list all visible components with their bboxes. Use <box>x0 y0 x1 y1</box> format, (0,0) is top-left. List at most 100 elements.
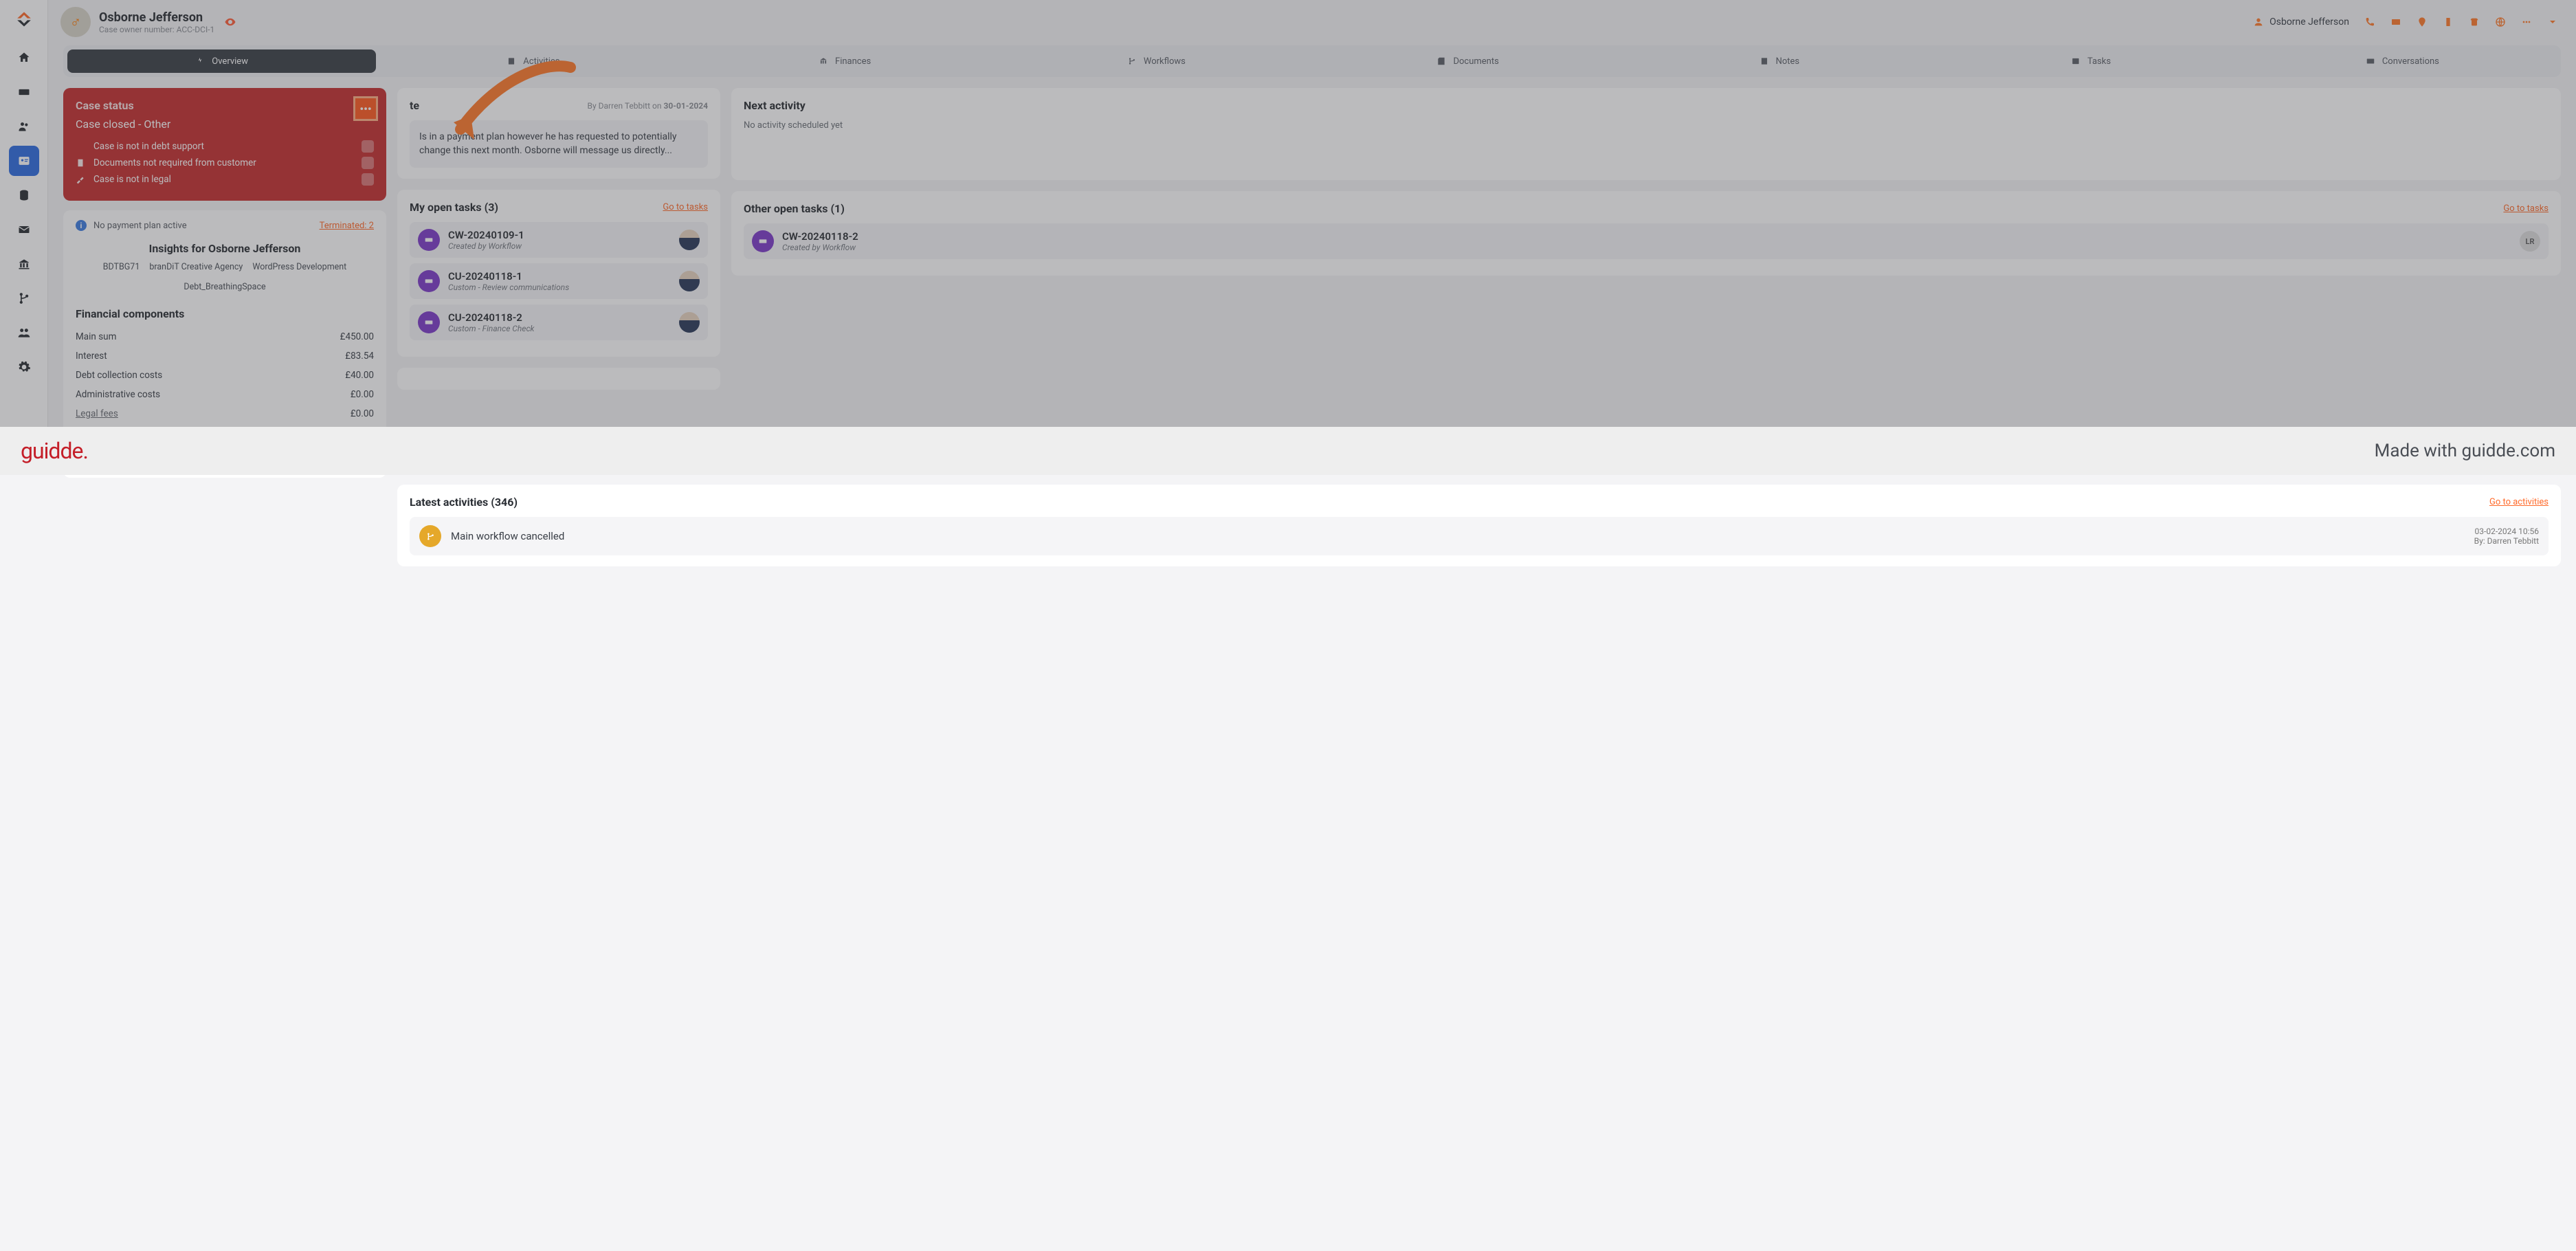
tab-finances[interactable]: Finances <box>691 49 999 73</box>
person-subtitle: Case owner number: ACC-DCI-1 <box>99 25 214 34</box>
nav-people[interactable] <box>9 111 39 142</box>
document-icon <box>76 158 85 168</box>
android-icon[interactable] <box>2469 16 2480 27</box>
tab-activities[interactable]: Activities <box>379 49 687 73</box>
tab-documents[interactable]: Documents <box>1313 49 1622 73</box>
top-user-name: Osborne Jefferson <box>2269 16 2349 27</box>
tab-conversations[interactable]: Conversations <box>2248 49 2557 73</box>
next-activity-title: Next activity <box>744 99 806 112</box>
assignee-avatar: LR <box>2520 231 2540 252</box>
fin-row: Interest£83.54 <box>76 346 374 366</box>
note-meta: By Darren Tebbitt on 30-01-2024 <box>588 101 708 111</box>
insight-chip[interactable]: Debt_BreathingSpace <box>184 282 265 292</box>
sidebar <box>0 0 48 475</box>
assignee-avatar <box>679 230 700 250</box>
checkbox[interactable] <box>362 140 374 153</box>
insight-chips: BDTBG71 branDiT Creative Agency WordPres… <box>76 262 374 292</box>
gavel-icon <box>76 175 85 184</box>
person-avatar: ♂ <box>60 7 91 37</box>
case-status-more-button[interactable]: ••• <box>353 96 378 121</box>
nav-group[interactable] <box>9 318 39 348</box>
info-icon: i <box>76 220 87 231</box>
user-icon <box>2253 16 2264 27</box>
legal-fees-link[interactable]: Legal fees <box>76 408 118 419</box>
task-row[interactable]: CU-20240118-1Custom - Review communicati… <box>410 263 708 299</box>
other-tasks-card: Other open tasks (1) Go to tasks CW-20240… <box>731 191 2561 276</box>
financial-heading: Financial components <box>76 307 374 320</box>
go-to-activities-link[interactable]: Go to activities <box>2489 497 2549 507</box>
nav-cards[interactable] <box>9 77 39 107</box>
avatar-glyph: ♂ <box>70 13 82 31</box>
footer: guidde. Made with guidde.com <box>0 427 2576 475</box>
globe-icon[interactable] <box>2495 16 2506 27</box>
case-status-title: Case status <box>76 99 374 112</box>
ticket-icon <box>418 229 440 251</box>
chevron-down-icon[interactable] <box>2547 16 2558 27</box>
app-logo <box>12 7 36 32</box>
nav-mail[interactable] <box>9 214 39 245</box>
note-header: te <box>410 99 419 112</box>
location-icon[interactable] <box>2417 16 2428 27</box>
case-status-card: ••• Case status Case closed - Other Case… <box>63 88 386 201</box>
my-tasks-card: My open tasks (3) Go to tasks CW-20240109… <box>397 190 720 357</box>
tab-notes[interactable]: Notes <box>1625 49 1933 73</box>
task-row[interactable]: CU-20240118-2Custom - Finance Check <box>410 305 708 340</box>
ticket-icon <box>752 230 774 252</box>
nav-contact-card[interactable] <box>9 146 39 176</box>
terminated-link[interactable]: Terminated: 2 <box>320 221 374 231</box>
fin-row: Legal fees£0.00 <box>76 404 374 423</box>
ticket-icon <box>418 270 440 292</box>
topbar: ♂ Osborne Jefferson Case owner number: A… <box>48 0 2576 37</box>
tab-tasks[interactable]: Tasks <box>1937 49 2245 73</box>
nav-institution[interactable] <box>9 249 39 279</box>
person-name: Osborne Jefferson <box>99 10 214 25</box>
phone-icon[interactable] <box>2364 16 2375 27</box>
next-activity-card: Next activity No activity scheduled yet <box>731 88 2561 180</box>
assignee-avatar <box>679 271 700 291</box>
mail-icon[interactable] <box>2390 16 2401 27</box>
fin-row: Main sum£450.00 <box>76 327 374 346</box>
checkbox[interactable] <box>362 173 374 186</box>
payment-alert: i No payment plan active Terminated: 2 <box>76 220 374 231</box>
nav-branch[interactable] <box>9 283 39 313</box>
latest-activities-card: Latest activities (346)Go to activities … <box>397 485 2561 566</box>
next-activity-body: No activity scheduled yet <box>744 120 2549 131</box>
note-card: te By Darren Tebbitt on 30-01-2024 Is in… <box>397 88 720 179</box>
insight-chip[interactable]: WordPress Development <box>252 262 346 272</box>
fin-row: Administrative costs£0.00 <box>76 385 374 404</box>
more-icon[interactable] <box>2521 16 2532 27</box>
case-item: Case is not in debt support <box>76 140 374 153</box>
top-user-chip[interactable]: Osborne Jefferson <box>2253 16 2349 27</box>
latest-activities-card <box>397 368 720 390</box>
visibility-icon[interactable] <box>224 16 236 28</box>
asterisk-icon <box>76 142 85 151</box>
made-with: Made with guidde.com <box>2375 441 2555 461</box>
assignee-avatar <box>679 312 700 333</box>
tab-workflows[interactable]: Workflows <box>1002 49 1311 73</box>
fin-row: Debt collection costs£40.00 <box>76 366 374 385</box>
nav-database[interactable] <box>9 180 39 210</box>
task-row[interactable]: CW-20240118-2Created by WorkflowLR <box>744 223 2549 259</box>
tabs: Overview Activities Finances Workflows D… <box>63 45 2561 77</box>
nav-home[interactable] <box>9 43 39 73</box>
insight-chip[interactable]: BDTBG71 <box>103 262 140 272</box>
nav-settings[interactable] <box>9 352 39 382</box>
checkbox[interactable] <box>362 157 374 169</box>
workflow-icon <box>419 525 441 547</box>
case-item: Case is not in legal <box>76 173 374 186</box>
guidde-logo: guidde. <box>21 438 88 464</box>
insight-chip[interactable]: branDiT Creative Agency <box>149 262 243 272</box>
case-status-value: Case closed - Other <box>76 118 374 131</box>
case-item: Documents not required from customer <box>76 157 374 169</box>
other-tasks-title: Other open tasks (1) <box>744 202 845 215</box>
insights-title: Insights for Osborne Jefferson <box>76 242 374 255</box>
activity-row[interactable]: Main workflow cancelled 03-02-2024 10:56… <box>410 517 2549 555</box>
latest-activities-title: Latest activities (346) <box>410 496 518 509</box>
task-row[interactable]: CW-20240109-1Created by Workflow <box>410 222 708 258</box>
my-tasks-title: My open tasks (3) <box>410 201 498 214</box>
mobile-icon[interactable] <box>2443 16 2454 27</box>
tab-overview[interactable]: Overview <box>67 49 376 73</box>
note-body: Is in a payment plan however he has requ… <box>410 120 708 168</box>
go-to-tasks-link[interactable]: Go to tasks <box>663 202 708 212</box>
go-to-tasks-link[interactable]: Go to tasks <box>2503 203 2549 214</box>
